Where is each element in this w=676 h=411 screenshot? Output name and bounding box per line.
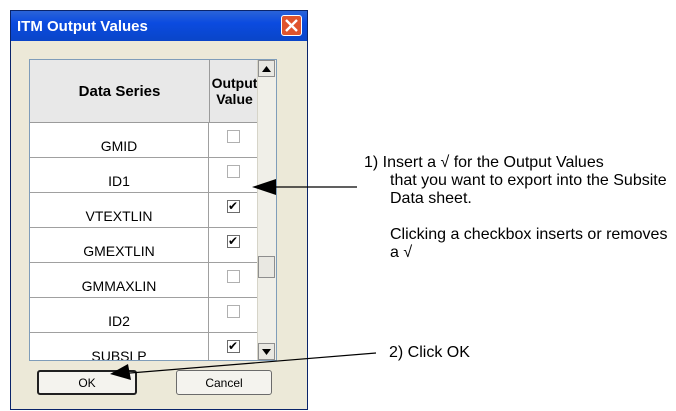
grid-body: Data Series Output Value GMID ID1 VTEXTLIN…	[30, 60, 259, 360]
arrow-down-icon	[262, 348, 271, 355]
data-series-name: VTEXTLIN	[30, 193, 209, 227]
scroll-down-button[interactable]	[258, 343, 275, 360]
data-series-name: GMID	[30, 123, 209, 157]
table-row: GMEXTLIN ✔	[30, 228, 259, 263]
data-series-name: GMEXTLIN	[30, 228, 209, 262]
output-value-cell: ✔	[209, 333, 258, 360]
output-value-checkbox[interactable]	[227, 270, 240, 283]
output-value-checkbox[interactable]	[227, 165, 240, 178]
annotation-step1: 1) Insert a √ for the Output Values	[364, 154, 604, 171]
data-series-name: GMMAXLIN	[30, 263, 209, 297]
vertical-scrollbar[interactable]	[257, 60, 276, 360]
output-value-cell	[209, 123, 258, 157]
data-series-name: SUBSLP	[30, 333, 209, 360]
output-value-checkbox[interactable]	[227, 305, 240, 318]
data-series-name: ID1	[30, 158, 209, 192]
checkmark-icon: ✔	[228, 234, 239, 248]
title-bar[interactable]: ITM Output Values	[11, 11, 307, 41]
arrow-up-icon	[262, 65, 271, 72]
close-icon	[285, 19, 298, 32]
output-value-checkbox[interactable]: ✔	[227, 339, 240, 353]
table-row: SUBSLP ✔	[30, 333, 259, 360]
data-series-name: ID2	[30, 298, 209, 332]
scrollbar-thumb[interactable]	[258, 256, 275, 278]
scroll-up-button[interactable]	[258, 60, 275, 77]
annotation-step1-continued: that you want to export into the Subsite…	[390, 172, 667, 207]
annotation-step1-note: Clicking a checkbox inserts or removes a…	[390, 226, 668, 261]
output-value-checkbox[interactable]: ✔	[227, 199, 240, 213]
table-row: GMMAXLIN	[30, 263, 259, 298]
checkmark-icon: ✔	[228, 199, 239, 213]
column-header-output-value: Output Value	[211, 75, 258, 107]
table-row: VTEXTLIN ✔	[30, 193, 259, 228]
output-value-cell	[209, 158, 258, 192]
itm-output-values-dialog: ITM Output Values Data Series Output Val…	[10, 10, 308, 410]
output-value-cell	[209, 298, 258, 332]
table-row: ID2	[30, 298, 259, 333]
checkmark-icon: ✔	[228, 339, 239, 353]
cancel-button[interactable]: Cancel	[176, 370, 272, 395]
table-row: ID1	[30, 158, 259, 193]
close-button[interactable]	[281, 15, 302, 36]
grid-rows: GMID ID1 VTEXTLIN ✔ GMEXTLIN ✔ GMMAXLIN ID2 SUBS…	[30, 123, 259, 360]
output-value-cell: ✔	[209, 228, 258, 262]
column-header-data-series: Data Series	[30, 60, 210, 122]
annotation-step2: 2) Click OK	[389, 344, 470, 361]
data-series-grid: Data Series Output Value GMID ID1 VTEXTLIN…	[29, 59, 277, 361]
grid-header: Data Series Output Value	[30, 60, 259, 123]
table-row: GMID	[30, 123, 259, 158]
output-value-cell	[209, 263, 258, 297]
output-value-checkbox[interactable]	[227, 130, 240, 143]
ok-button[interactable]: OK	[37, 370, 137, 395]
dialog-title: ITM Output Values	[17, 18, 148, 35]
output-value-checkbox[interactable]: ✔	[227, 234, 240, 248]
output-value-cell: ✔	[209, 193, 258, 227]
